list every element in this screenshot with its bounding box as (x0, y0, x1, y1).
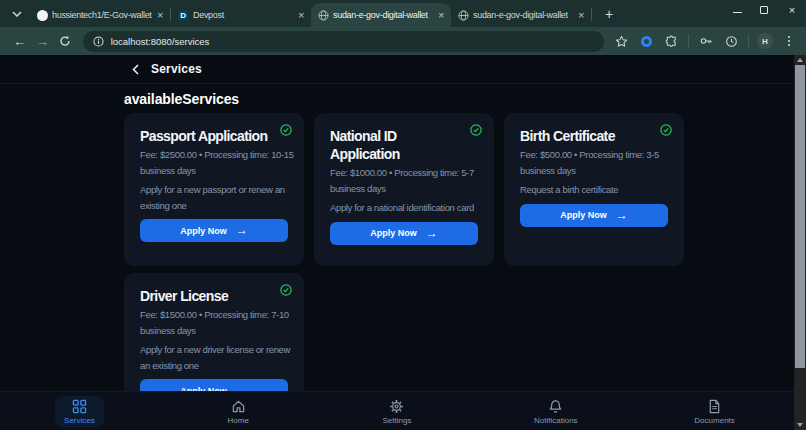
service-card-national-id: National ID Application Fee: $1000.00 • … (314, 113, 494, 266)
tab-close-icon[interactable]: × (297, 9, 305, 21)
browser-toolbar: ← → localhost:8080/services H (0, 27, 806, 55)
page-viewport: Services availableServices Passport Appl… (0, 55, 806, 430)
service-title: Birth Certificate (520, 127, 668, 145)
service-title: Driver License (140, 287, 288, 305)
apply-now-button[interactable]: Apply Now→ (330, 222, 478, 245)
tab-github[interactable]: hussientech1/E-Gov-wallet × (30, 3, 170, 27)
service-description: Apply for a national identification card (330, 200, 489, 216)
address-bar[interactable]: localhost:8080/services (83, 31, 604, 52)
page-scrollbar[interactable] (794, 55, 806, 430)
grid-icon (72, 399, 87, 414)
site-info-icon[interactable] (93, 36, 104, 47)
check-circle-icon (280, 124, 292, 136)
apply-now-button[interactable]: Apply Now→ (140, 219, 288, 242)
back-button[interactable]: ← (8, 29, 31, 53)
check-circle-icon (660, 124, 672, 136)
service-title: National ID Application (330, 127, 478, 163)
profile-avatar[interactable]: H (757, 33, 773, 49)
forward-button[interactable]: → (31, 29, 54, 53)
service-description: Request a birth certificate (520, 182, 679, 198)
tab-active-sudan-wallet[interactable]: sudan-e-gov-digital-wallet × (311, 3, 451, 27)
nav-item-documents[interactable]: Documents (635, 392, 794, 430)
service-description: Apply for a new passport or renew an exi… (140, 182, 299, 213)
apply-now-button[interactable]: Apply Now→ (520, 204, 668, 227)
service-fee: Fee: $1000.00 • Processing time: 5-7 bus… (330, 165, 489, 196)
bell-icon (548, 399, 563, 414)
scrollbar-up-arrow[interactable] (794, 55, 806, 65)
nav-item-services[interactable]: Services (0, 392, 159, 430)
tab-search-button[interactable] (6, 4, 28, 24)
browser-menu-icon[interactable] (780, 32, 798, 50)
nav-item-notifications[interactable]: Notifications (476, 392, 635, 430)
service-fee: Fee: $1500.00 • Processing time: 7-10 bu… (140, 307, 299, 338)
app-header: Services (0, 55, 806, 84)
tab-sudan-wallet-2[interactable]: sudan-e-gov-digital-wallet × (451, 3, 591, 27)
devpost-icon: D (177, 9, 189, 21)
bottom-navigation: Services Home Settings Notifications (0, 391, 794, 430)
back-chevron-icon[interactable] (132, 64, 139, 75)
service-fee: Fee: $500.00 • Processing time: 3-5 busi… (520, 147, 679, 178)
home-icon (231, 399, 246, 414)
services-grid: Passport Application Fee: $2500.00 • Pro… (124, 113, 684, 426)
window-minimize-button[interactable] (733, 7, 742, 13)
window-close-button[interactable]: × (786, 4, 798, 16)
tab-close-icon[interactable]: × (577, 9, 585, 21)
check-circle-icon (280, 284, 292, 296)
service-description: Apply for a new driver license or renew … (140, 342, 299, 373)
service-title: Passport Application (140, 127, 288, 145)
tab-devpost[interactable]: D Devpost × (171, 3, 311, 27)
service-card-birth-certificate: Birth Certificate Fee: $500.00 • Process… (504, 113, 684, 266)
globe-icon (457, 9, 469, 21)
main-content: availableServices Passport Application F… (0, 91, 806, 426)
history-clock-icon[interactable] (722, 32, 740, 50)
page-title: Services (151, 62, 202, 76)
tab-close-icon[interactable]: × (156, 9, 164, 21)
nav-item-home[interactable]: Home (159, 392, 318, 430)
nav-item-settings[interactable]: Settings (318, 392, 477, 430)
document-icon (707, 399, 722, 414)
service-card-passport: Passport Application Fee: $2500.00 • Pro… (124, 113, 304, 266)
reload-button[interactable] (54, 29, 77, 53)
tab-close-icon[interactable]: × (437, 9, 445, 21)
scrollbar-down-arrow[interactable] (794, 420, 806, 430)
scrollbar-thumb[interactable] (795, 65, 805, 368)
available-services-heading: availableServices (124, 91, 806, 107)
extensions-puzzle-icon[interactable] (662, 32, 680, 50)
extension-blue-icon[interactable] (637, 32, 655, 50)
url-text: localhost:8080/services (111, 36, 210, 47)
bookmark-star-icon[interactable] (612, 32, 630, 50)
browser-tab-strip: hussientech1/E-Gov-wallet × D Devpost × … (0, 0, 806, 27)
window-maximize-button[interactable] (760, 6, 768, 14)
new-tab-button[interactable]: + (598, 3, 620, 25)
github-icon (36, 9, 48, 21)
globe-icon (317, 9, 329, 21)
gear-icon (389, 399, 404, 414)
check-circle-icon (470, 124, 482, 136)
service-fee: Fee: $2500.00 • Processing time: 10-15 b… (140, 147, 299, 178)
password-key-icon[interactable] (697, 32, 715, 50)
